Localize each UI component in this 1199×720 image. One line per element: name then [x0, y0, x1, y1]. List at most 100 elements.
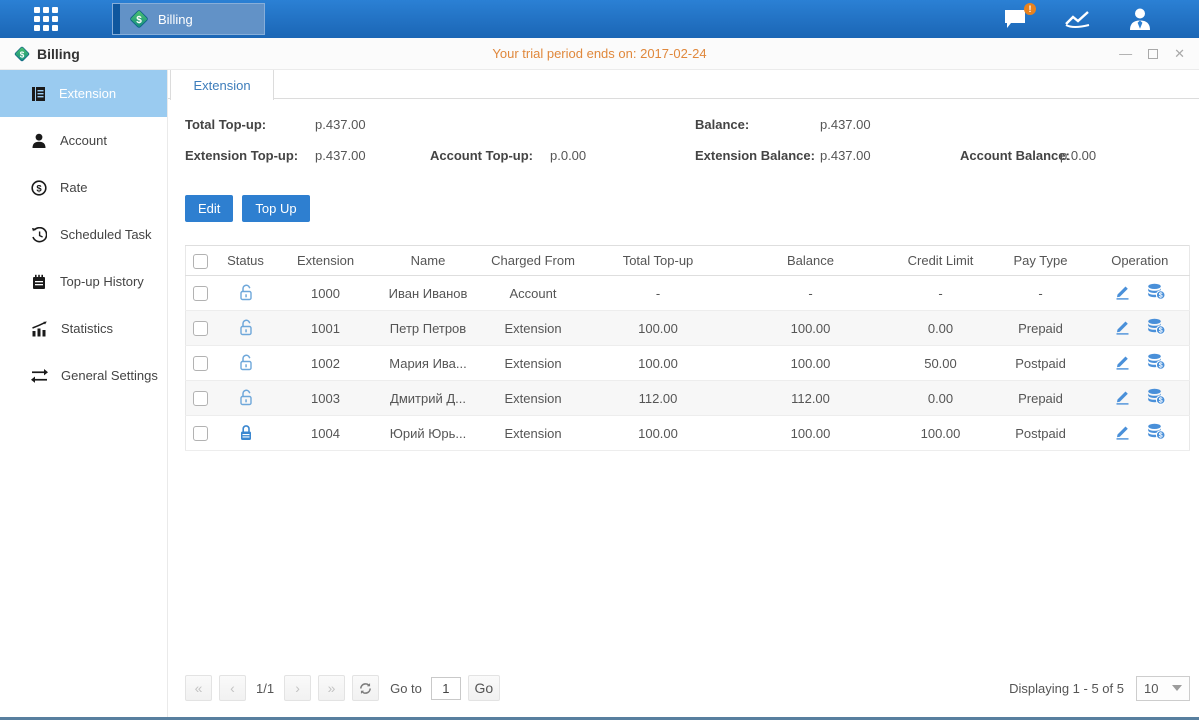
maximize-icon[interactable]	[1148, 49, 1158, 59]
next-page-button[interactable]: ›	[284, 675, 311, 701]
sidebar-item-account[interactable]: Account	[0, 117, 167, 164]
svg-text:$: $	[1158, 433, 1162, 440]
unlocked-icon[interactable]	[238, 388, 254, 406]
unlocked-icon[interactable]	[238, 353, 254, 371]
extension-balance-label: Extension Balance:	[695, 148, 815, 163]
col-status: Status	[216, 246, 276, 276]
edit-row-button[interactable]	[1114, 388, 1131, 408]
billing-diamond-icon: $	[13, 45, 31, 63]
svg-text:$: $	[136, 15, 142, 26]
sidebar-item-label: Account	[60, 133, 107, 148]
clock-history-icon	[31, 227, 47, 243]
row-checkbox[interactable]	[193, 286, 208, 301]
cell-credit-limit: 0.00	[891, 311, 991, 346]
cell-credit-limit: 50.00	[891, 346, 991, 381]
sidebar-item-rate[interactable]: $ Rate	[0, 164, 167, 211]
edit-row-button[interactable]	[1114, 423, 1131, 443]
unlocked-icon[interactable]	[238, 283, 254, 301]
topup-row-button[interactable]: $	[1147, 423, 1166, 443]
topup-row-button[interactable]: $	[1147, 318, 1166, 338]
apps-grid-icon[interactable]	[34, 7, 58, 31]
edit-button[interactable]: Edit	[185, 195, 233, 222]
pagination-bar: « ‹ 1/1 › » Go to Go Displaying 1 - 5 of…	[185, 675, 1190, 701]
sidebar-item-statistics[interactable]: Statistics	[0, 305, 167, 352]
svg-text:$: $	[1158, 328, 1162, 335]
col-pay-type: Pay Type	[991, 246, 1091, 276]
topup-row-button[interactable]: $	[1147, 353, 1166, 373]
sidebar-item-general-settings[interactable]: General Settings	[0, 352, 167, 399]
edit-row-button[interactable]	[1114, 353, 1131, 373]
page-indicator: 1/1	[256, 681, 274, 696]
edit-row-button[interactable]	[1114, 283, 1131, 303]
cell-charged-from: Account	[481, 276, 586, 311]
window-title-text: Billing	[37, 46, 80, 62]
account-topup-value: p.0.00	[550, 148, 586, 163]
go-button[interactable]: Go	[468, 675, 500, 701]
cell-operation: $	[1091, 311, 1190, 346]
cell-name: Иван Иванов	[376, 276, 481, 311]
unlocked-icon[interactable]	[238, 318, 254, 336]
first-page-button[interactable]: «	[185, 675, 212, 701]
notification-badge: !	[1024, 3, 1036, 15]
trial-notice: Your trial period ends on: 2017-02-24	[492, 46, 706, 61]
statistics-button[interactable]	[1065, 8, 1091, 30]
account-balance-label: Account Balance:	[960, 148, 1070, 163]
total-topup-label: Total Top-up:	[185, 117, 266, 132]
page-size-select[interactable]: 10	[1136, 676, 1190, 701]
window-title: $ Billing	[13, 45, 80, 63]
svg-text:$: $	[36, 183, 42, 194]
cell-status	[216, 381, 276, 416]
locked-icon[interactable]	[238, 423, 254, 441]
cell-credit-limit: 100.00	[891, 416, 991, 451]
row-checkbox[interactable]	[193, 321, 208, 336]
cell-extension: 1003	[276, 381, 376, 416]
cell-name: Дмитрий Д...	[376, 381, 481, 416]
svg-text:$: $	[1158, 363, 1162, 370]
topup-coins-icon: $	[1147, 353, 1166, 370]
table-header-row: Status Extension Name Charged From Total…	[186, 246, 1190, 276]
tab-extension[interactable]: Extension	[170, 70, 274, 100]
topup-coins-icon: $	[1147, 423, 1166, 440]
last-page-button[interactable]: »	[318, 675, 345, 701]
topup-coins-icon: $	[1147, 318, 1166, 335]
edit-pencil-icon	[1114, 283, 1131, 300]
sidebar-item-topup-history[interactable]: Top-up History	[0, 258, 167, 305]
prev-page-button[interactable]: ‹	[219, 675, 246, 701]
cell-extension: 1002	[276, 346, 376, 381]
cell-operation: $	[1091, 381, 1190, 416]
tab-edge-decoration	[113, 4, 120, 34]
cell-extension: 1000	[276, 276, 376, 311]
displaying-text: Displaying 1 - 5 of 5	[1009, 681, 1124, 696]
edit-pencil-icon	[1114, 423, 1131, 440]
extension-table: Status Extension Name Charged From Total…	[185, 245, 1190, 451]
close-icon[interactable]: ✕	[1174, 47, 1185, 60]
row-checkbox[interactable]	[193, 426, 208, 441]
sidebar-item-extension[interactable]: Extension	[0, 70, 167, 117]
minimize-icon[interactable]: —	[1119, 47, 1132, 60]
extension-topup-label: Extension Top-up:	[185, 148, 298, 163]
cell-balance: 112.00	[731, 381, 891, 416]
cell-charged-from: Extension	[481, 346, 586, 381]
row-checkbox[interactable]	[193, 391, 208, 406]
account-button[interactable]	[1127, 7, 1153, 31]
topup-coins-icon: $	[1147, 388, 1166, 405]
notifications-button[interactable]: !	[1003, 8, 1029, 30]
taskbar-billing-tab[interactable]: $ Billing	[112, 3, 265, 35]
cell-charged-from: Extension	[481, 416, 586, 451]
topup-button[interactable]: Top Up	[242, 195, 309, 222]
balance-value: p.437.00	[820, 117, 871, 132]
extension-topup-value: p.437.00	[315, 148, 366, 163]
edit-row-button[interactable]	[1114, 318, 1131, 338]
select-all-checkbox[interactable]	[193, 254, 208, 269]
cell-extension: 1004	[276, 416, 376, 451]
topup-row-button[interactable]: $	[1147, 388, 1166, 408]
row-checkbox[interactable]	[193, 356, 208, 371]
col-extension: Extension	[276, 246, 376, 276]
sidebar-item-scheduled-task[interactable]: Scheduled Task	[0, 211, 167, 258]
svg-text:$: $	[1158, 293, 1162, 300]
goto-page-input[interactable]	[431, 677, 461, 700]
sidebar-item-label: Top-up History	[60, 274, 144, 289]
refresh-button[interactable]	[352, 675, 379, 701]
topup-row-button[interactable]: $	[1147, 283, 1166, 303]
sidebar-item-label: Rate	[60, 180, 87, 195]
